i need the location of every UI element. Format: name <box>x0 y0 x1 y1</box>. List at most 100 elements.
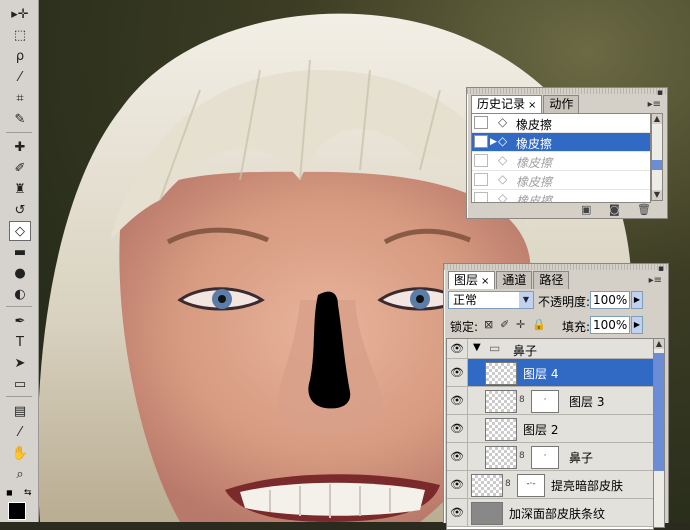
layer-row[interactable]: 👁 图层 2 <box>447 415 653 443</box>
eraser-tool-icon[interactable]: ◇ <box>9 221 31 241</box>
clone-stamp-tool-icon[interactable]: ♜ <box>9 179 31 199</box>
healing-brush-tool-icon[interactable]: ✚ <box>9 137 31 157</box>
tab-label: 动作 <box>549 97 574 111</box>
hand-tool-icon[interactable]: ✋ <box>9 443 31 463</box>
type-tool-icon[interactable]: T <box>9 332 31 352</box>
history-brush-source-box[interactable] <box>474 173 488 186</box>
default-colors-icon[interactable]: ◼ <box>6 488 16 498</box>
layer-row[interactable]: 👁 8 · 鼻子 <box>447 443 653 471</box>
move-tool-icon[interactable]: ▸✛ <box>9 4 31 24</box>
layer-row[interactable]: 👁 8 · 图层 3 <box>447 387 653 415</box>
history-scrollbar[interactable]: ▲ ▼ <box>651 113 663 201</box>
layer-mask-thumbnail[interactable]: -·- <box>517 474 545 497</box>
tab-history[interactable]: 历史记录 × <box>471 95 543 113</box>
eraser-icon: ◇ <box>498 115 508 129</box>
link-chain-icon[interactable]: 8 <box>519 395 525 405</box>
layer-thumbnail <box>485 418 517 441</box>
toolbox-divider <box>6 306 32 307</box>
layer-name: 鼻子 <box>569 451 594 465</box>
dodge-tool-icon[interactable]: ◐ <box>9 284 31 304</box>
chevron-down-icon[interactable]: ▼ <box>519 292 533 308</box>
blend-mode-value: 正常 <box>453 293 478 307</box>
lock-all-icon[interactable]: 🔒 <box>532 318 546 331</box>
history-brush-tool-icon[interactable]: ↺ <box>9 200 31 220</box>
close-tab-icon[interactable]: × <box>481 276 489 287</box>
panel-menu-icon[interactable]: ▸≡ <box>648 99 661 110</box>
marquee-tool-icon[interactable]: ⬚ <box>9 25 31 45</box>
tab-label: 路径 <box>539 273 564 287</box>
eyedropper-tool-icon[interactable]: ⁄ <box>9 422 31 442</box>
tab-paths[interactable]: 路径 <box>533 271 570 289</box>
layer-row[interactable]: 👁 加深面部皮肤条纹 <box>447 499 653 527</box>
scroll-up-icon[interactable]: ▲ <box>654 339 664 349</box>
pen-tool-icon[interactable]: ✒ <box>9 311 31 331</box>
path-selection-tool-icon[interactable]: ➤ <box>9 353 31 373</box>
fill-slider-arrow-icon[interactable]: ▶ <box>631 316 643 334</box>
foreground-color-swatch[interactable] <box>8 502 26 520</box>
panel-grip[interactable] <box>467 88 667 94</box>
tab-actions[interactable]: 动作 <box>543 95 580 113</box>
layer-group-row[interactable]: 👁 ▼ ▭ 鼻子 <box>447 339 653 359</box>
expand-triangle-icon[interactable]: ▼ <box>473 342 481 353</box>
blend-mode-select[interactable]: 正常 ▼ <box>448 291 534 309</box>
layer-row[interactable]: 👁 8 -·- 提亮暗部皮肤 <box>447 471 653 499</box>
fill-input[interactable]: 100% <box>590 316 630 334</box>
blur-tool-icon[interactable]: ● <box>9 263 31 283</box>
layer-mask-thumbnail[interactable]: · <box>531 446 559 469</box>
layers-scrollbar[interactable]: ▲ <box>653 338 665 528</box>
opacity-input[interactable]: 100% <box>590 291 630 309</box>
opacity-slider-arrow-icon[interactable]: ▶ <box>631 291 643 309</box>
scroll-down-icon[interactable]: ▼ <box>652 190 662 200</box>
layer-name: 加深面部皮肤条纹 <box>509 507 606 521</box>
layer-row-selected[interactable]: 👁 图层 4 <box>447 359 653 387</box>
scroll-thumb[interactable] <box>652 160 662 170</box>
layers-tabs: 图层 × 通道 路径 <box>448 271 570 289</box>
eraser-icon: ◇ <box>498 153 508 167</box>
history-item-label: 橡皮擦 <box>516 137 553 151</box>
trash-icon[interactable]: 🗑 <box>637 203 651 216</box>
history-brush-source-box[interactable] <box>474 116 488 129</box>
layer-mask-thumbnail[interactable]: · <box>531 390 559 413</box>
new-snapshot-icon[interactable]: ◙ <box>609 203 620 216</box>
scroll-thumb[interactable] <box>654 353 664 471</box>
close-panel-icon[interactable]: ▪ <box>658 264 664 274</box>
eye-icon[interactable]: 👁 <box>447 443 468 470</box>
history-item[interactable]: ◇ 橡皮擦 <box>472 114 650 133</box>
crop-tool-icon[interactable]: ⌗ <box>9 88 31 108</box>
close-panel-icon[interactable]: ▪ <box>657 88 663 98</box>
link-chain-icon[interactable]: 8 <box>505 479 511 489</box>
scroll-up-icon[interactable]: ▲ <box>652 114 662 124</box>
tab-label: 历史记录 <box>477 97 526 111</box>
history-tabs: 历史记录 × 动作 <box>471 95 580 113</box>
panel-menu-icon[interactable]: ▸≡ <box>649 275 662 286</box>
history-brush-source-box[interactable] <box>474 154 488 167</box>
magic-wand-tool-icon[interactable]: ⁄ <box>9 67 31 87</box>
tab-channels[interactable]: 通道 <box>496 271 533 289</box>
layer-name: 图层 3 <box>569 395 605 409</box>
eye-icon[interactable]: 👁 <box>447 471 468 498</box>
swap-colors-icon[interactable]: ⇆ <box>24 488 34 498</box>
panel-grip[interactable] <box>444 264 668 270</box>
notes-tool-icon[interactable]: ▤ <box>9 401 31 421</box>
slice-tool-icon[interactable]: ✎ <box>9 109 31 129</box>
eye-icon[interactable]: 👁 <box>447 339 468 358</box>
eye-icon[interactable]: 👁 <box>447 415 468 442</box>
gradient-tool-icon[interactable]: ▬ <box>9 242 31 262</box>
link-chain-icon[interactable]: 8 <box>519 451 525 461</box>
eye-icon[interactable]: 👁 <box>447 359 468 386</box>
eye-icon[interactable]: 👁 <box>447 387 468 414</box>
close-tab-icon[interactable]: × <box>528 100 536 111</box>
lock-pixels-icon[interactable]: ✐ <box>500 318 509 331</box>
lasso-tool-icon[interactable]: ρ <box>9 46 31 66</box>
new-document-from-state-icon[interactable]: ▣ <box>581 203 591 216</box>
history-brush-source-box[interactable] <box>474 135 488 148</box>
tab-layers[interactable]: 图层 × <box>448 271 496 289</box>
zoom-tool-icon[interactable]: ⌕ <box>9 464 31 484</box>
history-item-selected[interactable]: ▶ ◇ 橡皮擦 <box>472 133 650 152</box>
shape-tool-icon[interactable]: ▭ <box>9 374 31 394</box>
brush-tool-icon[interactable]: ✐ <box>9 158 31 178</box>
lock-transparency-icon[interactable]: ⊠ <box>484 318 493 331</box>
lock-position-icon[interactable]: ✛ <box>516 318 525 331</box>
history-item[interactable]: ◇ 橡皮擦 <box>472 152 650 171</box>
history-item[interactable]: ◇ 橡皮擦 <box>472 171 650 190</box>
